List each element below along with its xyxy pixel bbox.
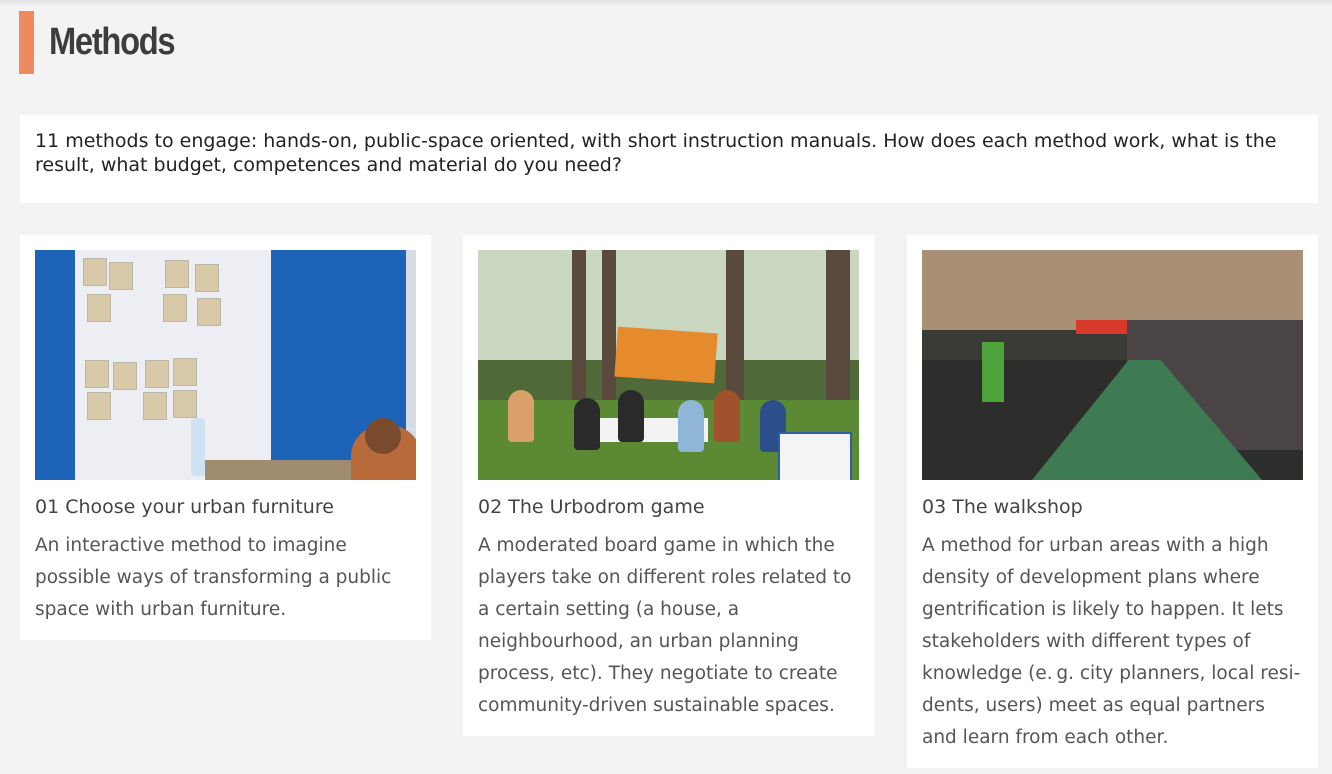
method-title[interactable]: 02 The Urbodrom game xyxy=(478,495,860,519)
photo-note xyxy=(83,258,107,286)
method-description: An interactive method to imagine possibl… xyxy=(35,535,392,620)
method-image-3[interactable] xyxy=(922,250,1303,480)
orange-cloth xyxy=(614,326,718,384)
page-title: Methods xyxy=(49,21,176,63)
photo-note xyxy=(85,360,109,388)
photo-note xyxy=(173,390,197,418)
photo-note xyxy=(197,298,221,326)
urbodrom-sign xyxy=(778,432,852,480)
method-card-2[interactable]: 02 The Urbodrom game A moderated board g… xyxy=(463,235,875,736)
player xyxy=(678,400,704,452)
red-tent xyxy=(1076,320,1132,334)
photo-note xyxy=(145,360,169,388)
player xyxy=(714,390,740,442)
player xyxy=(618,390,644,442)
player xyxy=(574,398,600,450)
photo-note xyxy=(195,264,219,292)
water-bottle xyxy=(191,418,205,476)
heading-accent-bar xyxy=(19,11,34,74)
photo-note xyxy=(113,362,137,390)
method-card-1[interactable]: 01 Choose your urban furniture An intera… xyxy=(20,235,431,640)
top-shadow xyxy=(0,0,1332,6)
person-head xyxy=(365,418,401,454)
method-description: A moderated board game in which the play… xyxy=(478,535,852,716)
section-heading: Methods xyxy=(19,11,195,74)
photo-note xyxy=(143,392,167,420)
method-image-2[interactable] xyxy=(478,250,859,480)
player xyxy=(508,390,534,442)
photo-note xyxy=(163,294,187,322)
intro-text: 11 methods to engage: hands-on, public-s… xyxy=(20,115,1318,203)
method-description: A method for urban areas with a high den… xyxy=(922,535,1301,748)
guide-person xyxy=(982,342,1004,402)
method-image-1[interactable] xyxy=(35,250,416,480)
photo-note xyxy=(173,358,197,386)
photo-note xyxy=(87,392,111,420)
photo-note xyxy=(165,260,189,288)
method-card-3[interactable]: 03 The walkshop A method for urban areas… xyxy=(907,235,1318,768)
hall-roof xyxy=(922,250,1303,330)
method-title[interactable]: 03 The walkshop xyxy=(922,495,1303,519)
photo-note xyxy=(87,294,111,322)
photo-note xyxy=(109,262,133,290)
table xyxy=(205,460,365,480)
method-title[interactable]: 01 Choose your urban furniture xyxy=(35,495,416,519)
